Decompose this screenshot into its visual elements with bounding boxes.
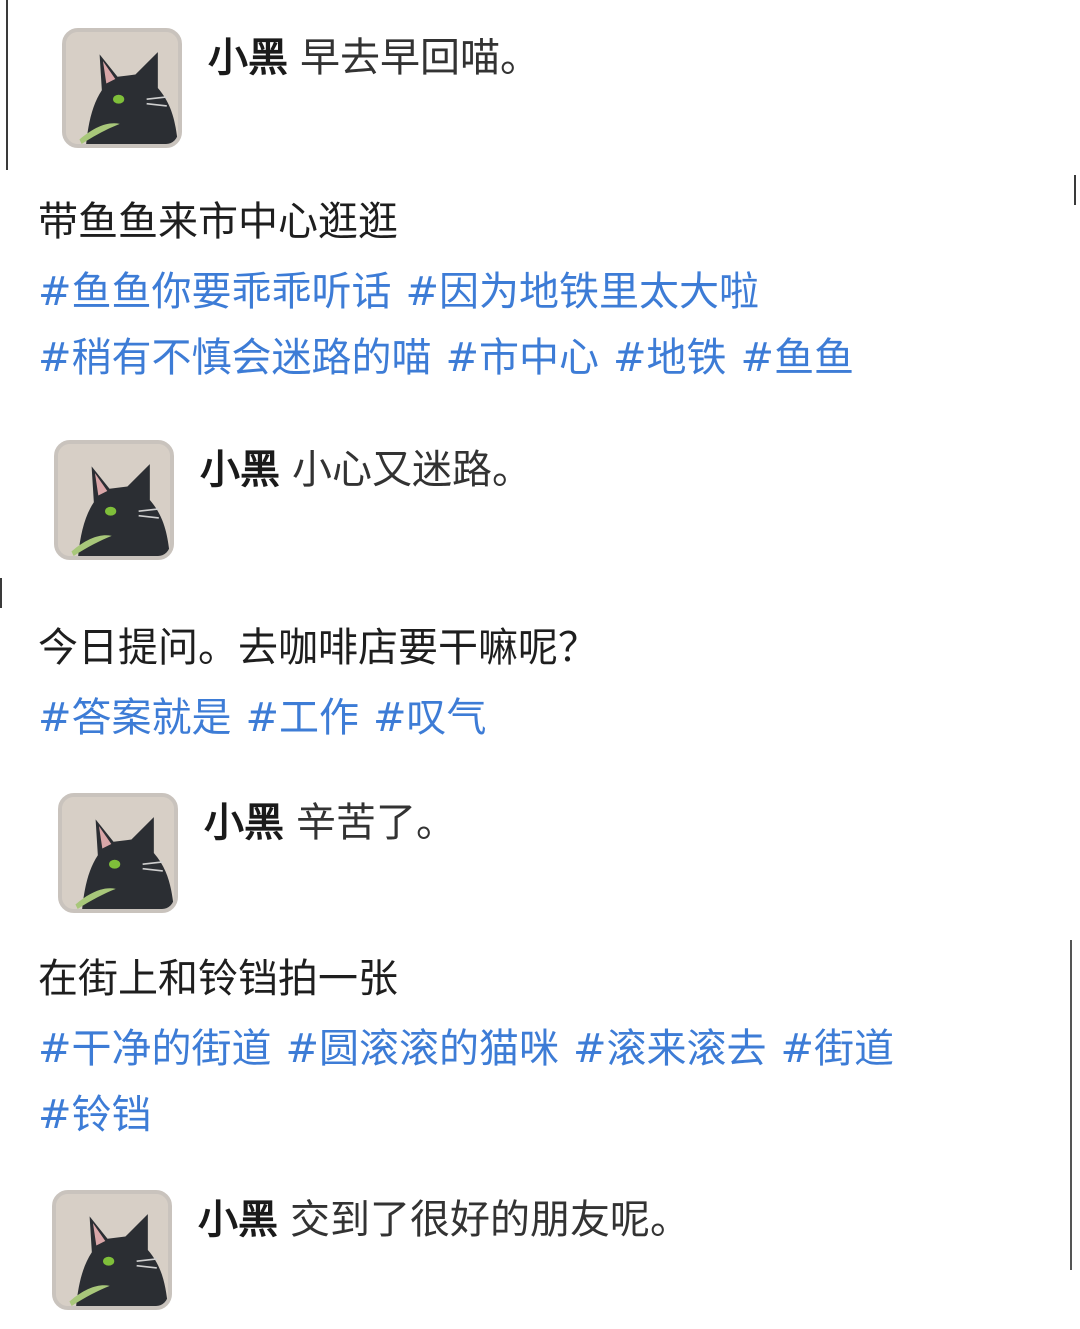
hashtag-line: #干净的街道 #圆滚滚的猫咪 #滚来滚去 #街道 [38,1025,908,1073]
comment-body: 小心又迷路。 [292,447,532,493]
comment-body: 早去早回喵。 [300,35,540,81]
hashtag[interactable]: #鱼鱼你要乖乖听话 [38,269,392,315]
comment-body: 交到了很好的朋友呢。 [290,1197,690,1243]
hashtag-line: #答案就是 #工作 #叹气 [38,694,598,742]
hashtag[interactable]: #因为地铁里太大啦 [406,269,760,315]
hashtag-line: #鱼鱼你要乖乖听话 #因为地铁里太大啦 [38,268,868,316]
hashtag[interactable]: #街道 [781,1026,895,1072]
comment-author[interactable]: 小黑 [204,800,284,846]
hashtag[interactable]: #地铁 [613,335,727,381]
post: 带鱼鱼来市中心逛逛 #鱼鱼你要乖乖听话 #因为地铁里太大啦 #稍有不慎会迷路的喵 #… [38,198,868,382]
comment-author[interactable]: 小黑 [208,35,288,81]
hashtag-line: #稍有不慎会迷路的喵 #市中心 #地铁 #鱼鱼 [38,334,868,382]
hashtag[interactable]: #市中心 [446,335,600,381]
cat-avatar-icon[interactable] [62,28,182,148]
hashtag[interactable]: #干净的街道 [38,1026,272,1072]
hashtag[interactable]: #工作 [246,695,360,741]
hashtag[interactable]: #鱼鱼 [741,335,855,381]
black-cat-icon [66,32,178,144]
post: 在街上和铃铛拍一张 #干净的街道 #圆滚滚的猫咪 #滚来滚去 #街道 #铃铛 [38,955,908,1139]
post-text: 在街上和铃铛拍一张 [38,956,398,1002]
cat-avatar-icon[interactable] [52,1190,172,1310]
left-edge-line [6,0,8,170]
comment-author[interactable]: 小黑 [198,1197,278,1243]
comment: 小黑 辛苦了。 [58,793,456,913]
post: 今日提问。去咖啡店要干嘛呢？ #答案就是 #工作 #叹气 [38,624,598,742]
hashtag[interactable]: #叹气 [373,695,487,741]
hashtag-line: #铃铛 [38,1091,908,1139]
black-cat-icon [58,444,170,556]
cat-avatar-icon[interactable] [54,440,174,560]
right-edge-line [1074,175,1076,205]
hashtag[interactable]: #圆滚滚的猫咪 [286,1026,560,1072]
comment-body: 辛苦了。 [296,800,456,846]
black-cat-icon [62,797,174,909]
hashtag[interactable]: #滚来滚去 [573,1026,767,1072]
right-edge-line [1070,940,1072,1270]
hashtag[interactable]: #铃铛 [38,1092,152,1138]
left-edge-line [0,578,2,608]
post-text: 带鱼鱼来市中心逛逛 [38,199,398,245]
comment: 小黑 小心又迷路。 [54,440,532,560]
comment: 小黑 交到了很好的朋友呢。 [52,1190,690,1310]
comment-author[interactable]: 小黑 [200,447,280,493]
cat-avatar-icon[interactable] [58,793,178,913]
hashtag[interactable]: #稍有不慎会迷路的喵 [38,335,432,381]
black-cat-icon [56,1194,168,1306]
hashtag[interactable]: #答案就是 [38,695,232,741]
comment: 小黑 早去早回喵。 [62,28,540,148]
post-text: 今日提问。去咖啡店要干嘛呢？ [38,625,598,671]
